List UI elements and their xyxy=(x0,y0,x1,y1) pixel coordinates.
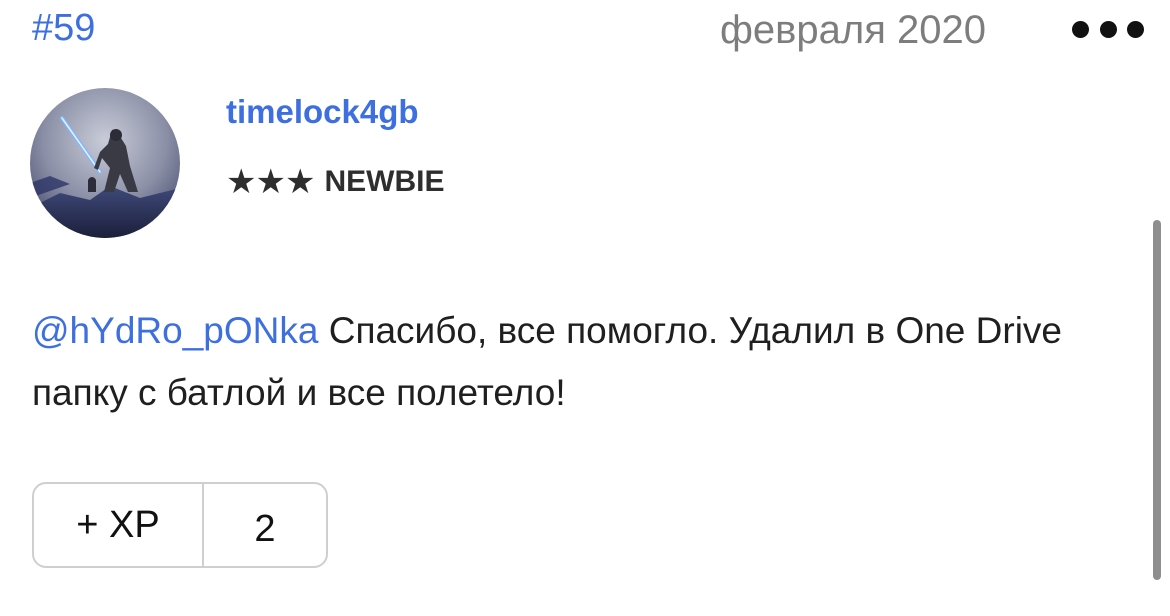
author-username-link[interactable]: timelock4gb xyxy=(226,92,419,132)
rank-label: NEWBIE xyxy=(324,165,445,198)
more-dot-icon xyxy=(1072,20,1089,38)
xp-widget: + XP 2 xyxy=(32,482,328,568)
post-message: @hYdRo_pONka Спасибо, все помогло. Удали… xyxy=(32,300,1132,424)
forum-post: #59 февраля 2020 timelock4gb ★★★ NEWBIE … xyxy=(0,0,1170,616)
post-date: февраля 2020 xyxy=(720,8,986,52)
more-dot-icon xyxy=(1127,20,1144,38)
xp-count: 2 xyxy=(254,507,276,550)
add-xp-button[interactable]: + XP xyxy=(34,484,204,566)
user-mention-link[interactable]: @hYdRo_pONka xyxy=(32,310,318,351)
post-number-link[interactable]: #59 xyxy=(32,6,95,50)
more-options-button[interactable] xyxy=(1072,14,1144,44)
more-dot-icon xyxy=(1099,20,1117,38)
avatar-image-icon xyxy=(30,88,180,238)
scrollbar[interactable] xyxy=(1153,220,1161,580)
rank-stars-icon: ★★★ xyxy=(226,163,315,201)
author-rank: ★★★ NEWBIE xyxy=(226,160,444,204)
avatar[interactable] xyxy=(30,88,180,238)
